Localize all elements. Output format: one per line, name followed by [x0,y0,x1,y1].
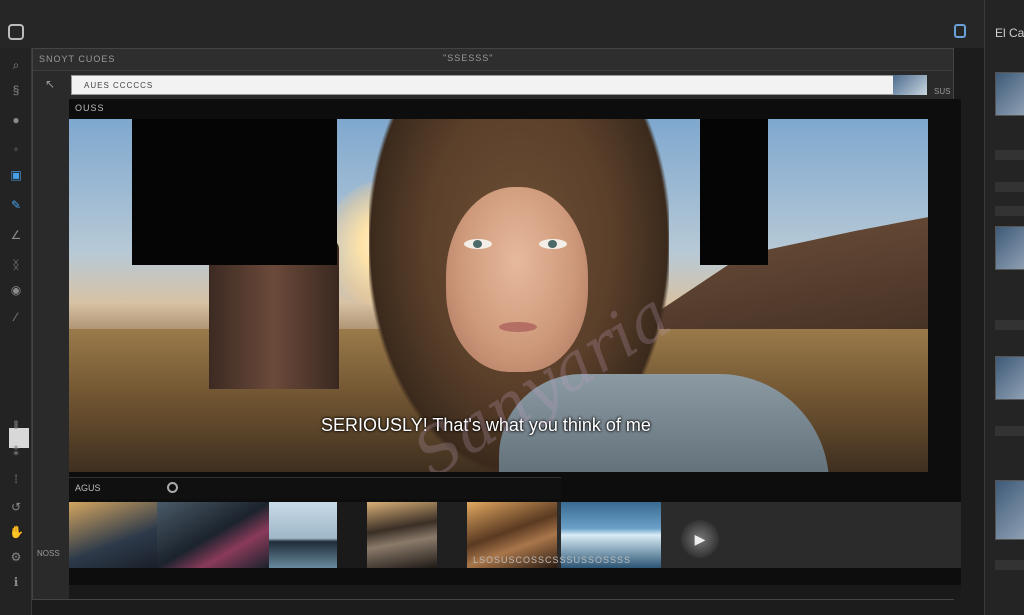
panel-row[interactable] [995,320,1024,330]
editor-window: SNOYT CUOES "SSESSS" ↖ AUES CCCCCS SUS O… [32,48,961,600]
film-frame[interactable] [367,502,437,568]
play-icon[interactable]: ▶ [681,520,719,558]
panel-row[interactable] [995,560,1024,570]
search-bar-text: AUES CCCCCS [84,81,154,90]
search-bar[interactable]: AUES CCCCCS [71,75,923,95]
lips [499,322,537,332]
film-frame[interactable] [437,502,467,568]
timeline-label: AGUS [75,483,101,493]
film-frame[interactable] [269,502,337,568]
editor-title: SNOYT CUOES [39,54,116,64]
figure-tool-icon[interactable]: ᛝ [9,258,23,272]
panel-row[interactable] [995,182,1024,192]
panel-thumbnail[interactable] [995,356,1024,400]
crop-tool-icon[interactable]: ◦ [9,142,23,156]
undo-tool-icon[interactable]: ↺ [9,500,23,514]
settings-tool-icon[interactable]: ⚙ [9,550,23,564]
video-viewer[interactable]: OUSS SERIOUSLY! That's what you think of… [69,99,961,599]
panel-row[interactable] [995,426,1024,436]
record-icon[interactable] [167,482,178,493]
redaction-block-left [132,119,337,265]
circle-tool-icon[interactable]: ◉ [9,283,23,297]
pen-tool-icon[interactable]: ✎ [9,198,23,212]
panel-title: El Cas [995,26,1024,40]
hand-tool-icon[interactable]: ✋ [9,525,24,539]
panel-thumbnail[interactable] [995,226,1024,270]
right-panel: El Cas [984,0,1024,615]
info-tool-icon[interactable]: ℹ [9,575,23,589]
left-eye [464,239,492,249]
film-frame[interactable] [337,502,367,568]
document-title: "SSESSS" [443,53,494,63]
viewer-label: OUSS [75,103,105,113]
lasso-tool-icon[interactable]: § [9,83,23,97]
app-menu-icon[interactable] [8,24,24,40]
top-bar [0,0,1024,48]
right-eye [539,239,567,249]
text-tool-icon[interactable]: ∠ [9,228,23,242]
select-tool-icon[interactable]: ⌕ [9,58,23,72]
bottom-strip [69,585,961,599]
film-frame[interactable] [157,502,269,568]
video-frame[interactable]: SERIOUSLY! That's what you think of me S… [69,119,928,472]
history-tool-icon[interactable]: ⁞ [9,472,23,486]
redaction-block-right [700,119,768,265]
timeline-header: AGUS [69,477,561,499]
layers-tool-icon[interactable]: ▣ [9,168,23,182]
tool-rail: ⌕ § ● ◦ ▣ ✎ ∠ ᛝ ◉ ⁄ ǁ ⁑ ⁞ ↺ ✋ ⚙ ℹ [0,48,32,615]
panel-toggle-icon[interactable] [954,24,966,38]
corner-label: SUS [934,87,951,96]
panel-row[interactable] [995,150,1024,160]
back-arrow-icon[interactable]: ↖ [45,77,55,91]
grid-tool-icon[interactable]: ⁑ [9,445,23,459]
adjust-tool-icon[interactable]: ǁ [9,418,23,432]
panel-row[interactable] [995,206,1024,216]
brush-tool-icon[interactable]: ● [9,113,23,127]
status-label: NOSS [37,549,60,558]
panel-thumbnail[interactable] [995,480,1024,540]
film-frame[interactable] [69,502,157,568]
corner-thumbnail[interactable] [893,75,927,95]
status-caption: LSOSUSCOSSCSSSUSSOSSSS [473,555,632,565]
panel-thumbnail[interactable] [995,72,1024,116]
smudge-tool-icon[interactable]: ⁄ [9,310,23,324]
editor-header: SNOYT CUOES "SSESSS" [33,49,953,71]
